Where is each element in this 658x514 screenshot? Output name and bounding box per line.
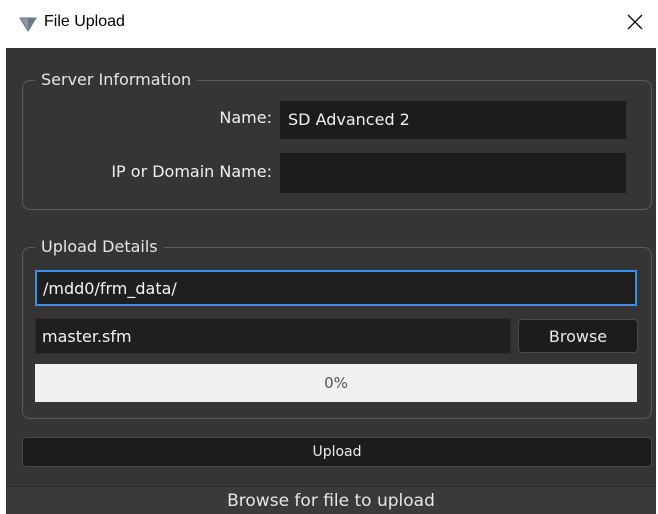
browse-button[interactable]: Browse	[518, 319, 638, 353]
name-label: Name:	[219, 108, 272, 127]
name-value: SD Advanced 2	[280, 101, 626, 139]
server-information-title: Server Information	[35, 70, 198, 90]
remote-path-input[interactable]	[35, 270, 637, 306]
status-text: Browse for file to upload	[227, 490, 435, 511]
close-icon	[626, 13, 644, 35]
title-bar[interactable]: File Upload	[0, 0, 658, 48]
file-name-input[interactable]	[35, 318, 511, 354]
dialog-body: Server Information Name: SD Advanced 2 I…	[6, 48, 656, 514]
window-title: File Upload	[44, 13, 125, 30]
ip-domain-label: IP or Domain Name:	[111, 162, 272, 181]
file-upload-window: File Upload Server Information Name: SD …	[0, 0, 658, 514]
triangle-down-icon	[18, 14, 38, 34]
upload-progress-bar: 0%	[35, 364, 637, 402]
progress-text: 0%	[324, 374, 348, 392]
upload-button[interactable]: Upload	[22, 437, 652, 467]
ip-domain-value	[280, 153, 626, 193]
status-bar: Browse for file to upload	[6, 486, 656, 514]
close-button[interactable]	[612, 0, 658, 48]
upload-details-title: Upload Details	[35, 237, 164, 257]
